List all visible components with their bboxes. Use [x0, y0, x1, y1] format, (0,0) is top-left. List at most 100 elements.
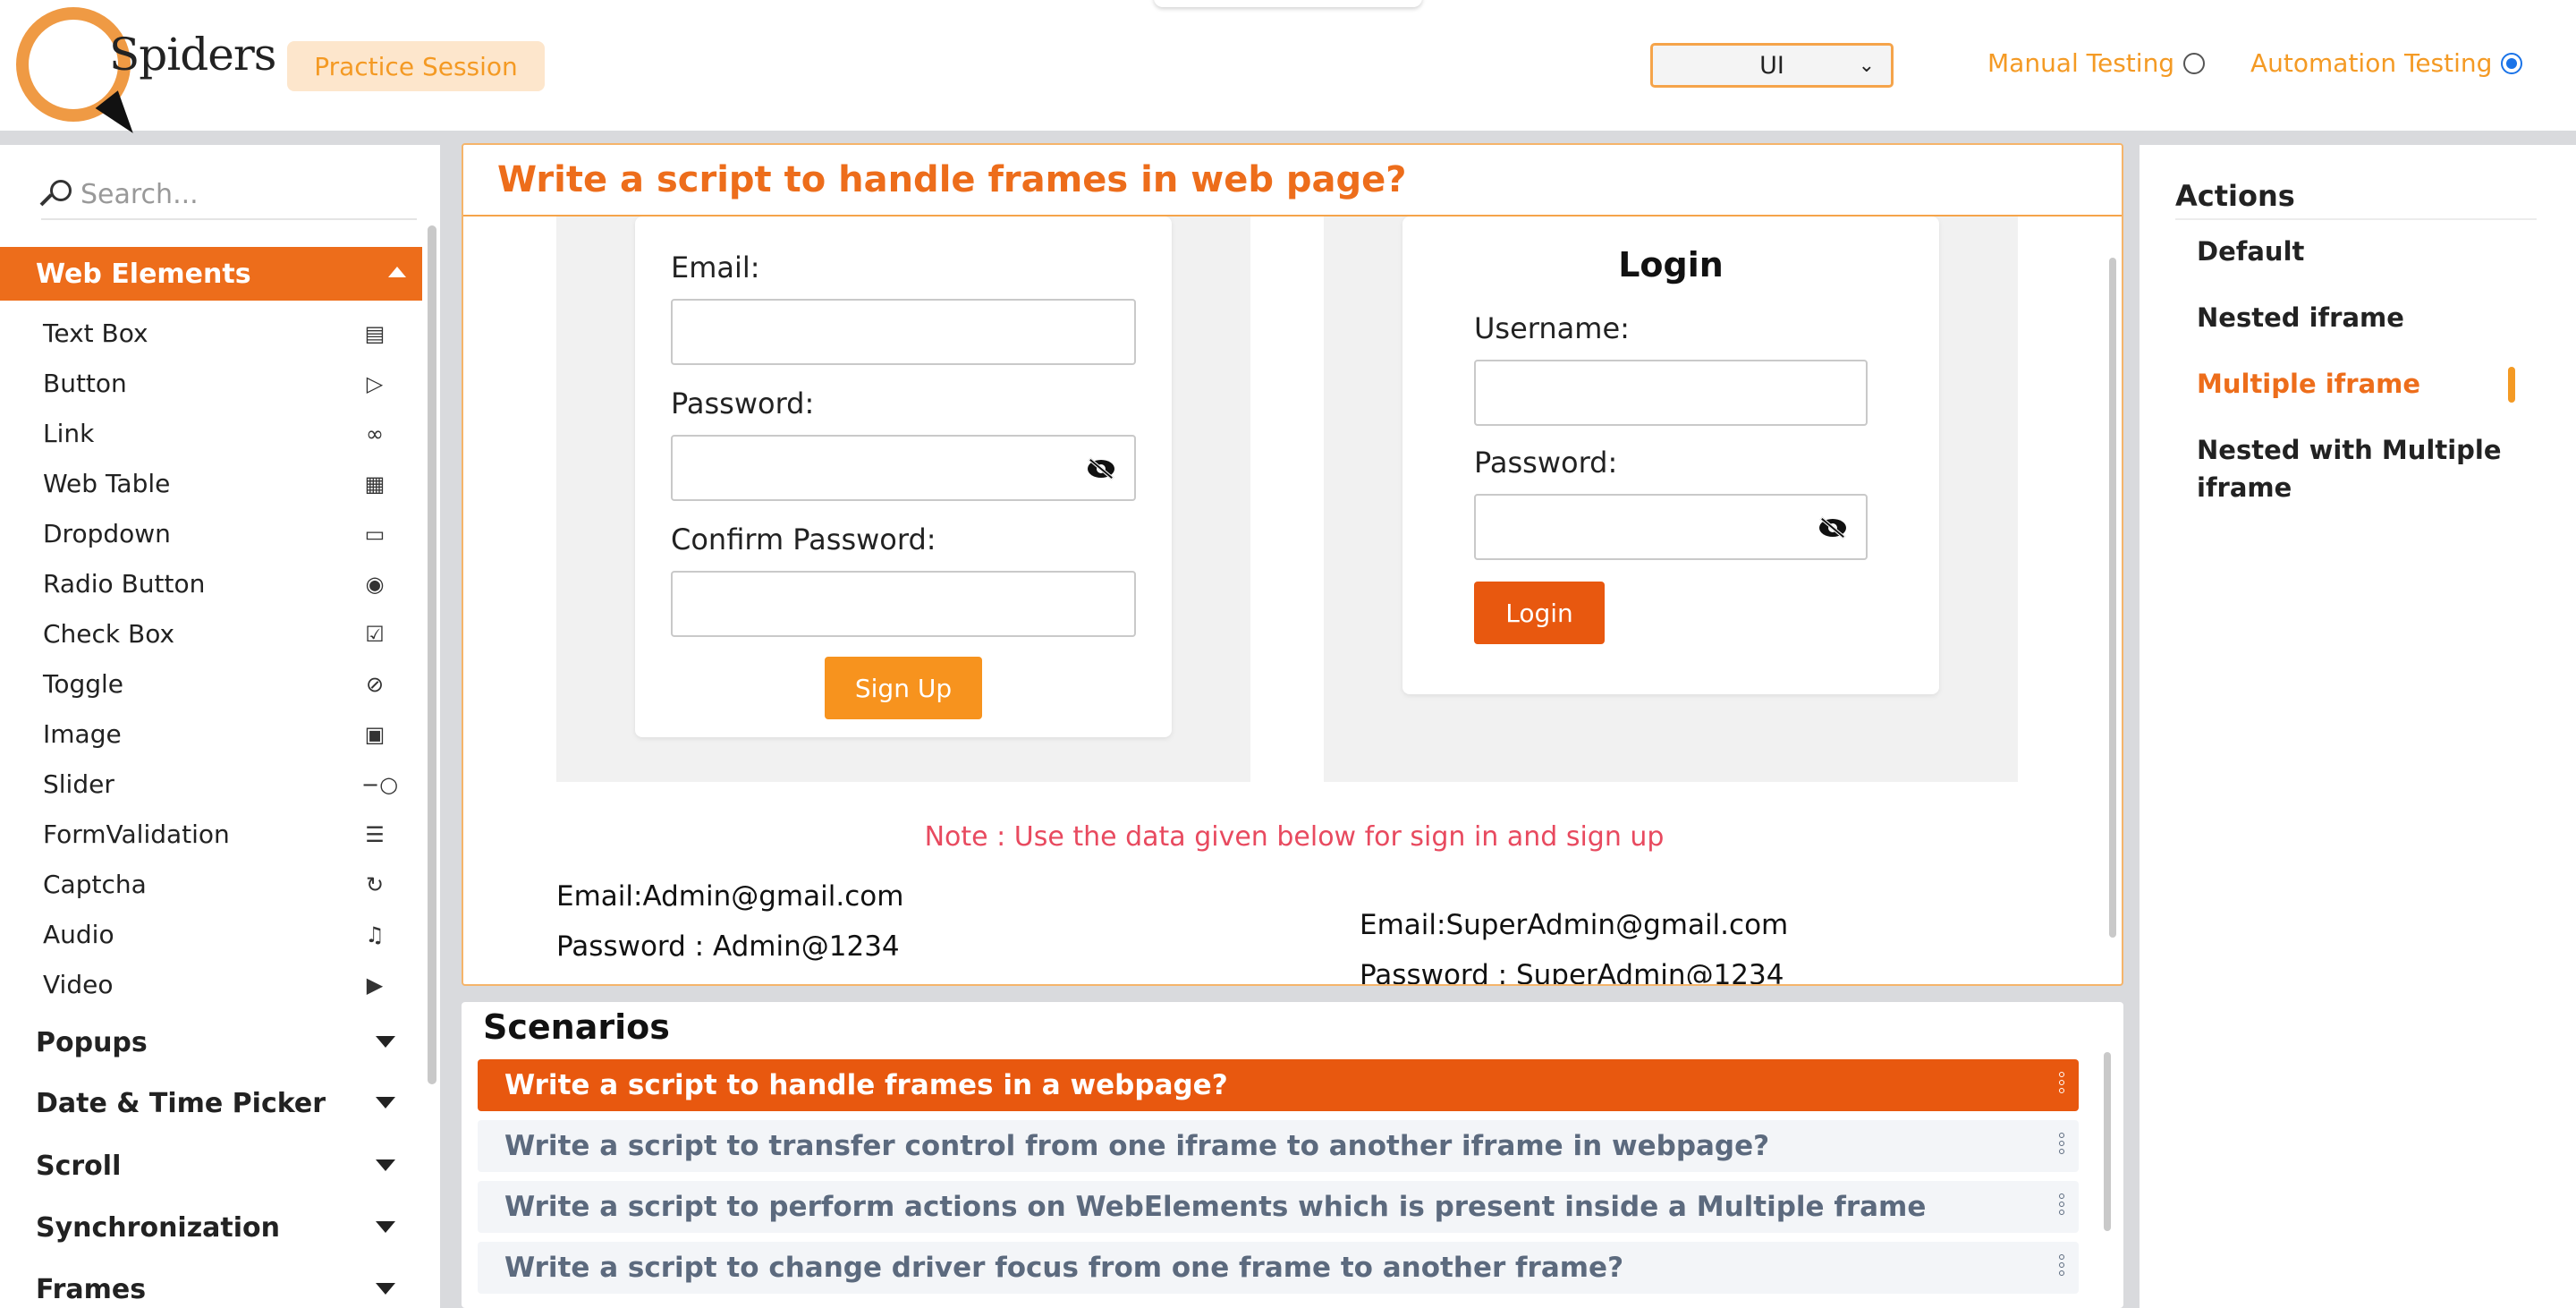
video-icon: ▶	[366, 973, 384, 998]
mode-select[interactable]: UI ⌄	[1650, 43, 1894, 88]
checkbox-icon: ☑	[365, 622, 385, 647]
action-default[interactable]: Default	[2197, 233, 2519, 270]
login-button[interactable]: Login	[1474, 582, 1605, 644]
sidebar-item-label: Video	[43, 969, 114, 999]
manual-testing-option[interactable]: Manual Testing	[1987, 48, 2206, 78]
sidebar-item-toggle[interactable]: Toggle ⊘	[43, 664, 394, 703]
sidebar-item-label: Radio Button	[43, 568, 206, 599]
sidebar-item-label: Captcha	[43, 869, 147, 899]
scenarios-scrollbar[interactable]	[2104, 1052, 2111, 1231]
scenario-label: Write a script to transfer control from …	[504, 1130, 1770, 1162]
sidebar-item-label: Audio	[43, 919, 114, 949]
search-input[interactable]: Search...	[80, 179, 199, 210]
email-field[interactable]	[671, 299, 1136, 365]
captcha-icon: ↻	[365, 872, 385, 897]
qspiders-logo[interactable]: Spiders	[16, 2, 276, 142]
more-vertical-icon[interactable]	[2059, 1072, 2066, 1099]
actions-panel: Actions Default Nested iframe Multiple i…	[2140, 145, 2576, 1308]
email-label: Email:	[671, 251, 760, 285]
eye-slash-icon[interactable]	[1088, 456, 1114, 481]
frame-content: Email: Password: Confirm Password: Sign …	[463, 217, 2122, 986]
sidebar-group-label: Frames	[36, 1273, 147, 1305]
scenario-label: Write a script to change driver focus fr…	[504, 1252, 1624, 1284]
scenario-item[interactable]: Write a script to perform actions on Web…	[478, 1181, 2079, 1233]
more-vertical-icon[interactable]	[2059, 1133, 2066, 1159]
action-nested-iframe[interactable]: Nested iframe	[2197, 299, 2519, 336]
login-title: Login	[1618, 245, 1724, 285]
signup-card: Email: Password: Confirm Password: Sign …	[635, 217, 1172, 737]
search-box[interactable]: Search...	[39, 170, 417, 220]
sidebar-item-dropdown[interactable]: Dropdown ▭	[43, 514, 394, 553]
practice-session-badge[interactable]: Practice Session	[287, 41, 545, 91]
sidebar-item-link[interactable]: Link ∞	[43, 413, 394, 453]
action-nested-with-multiple-iframe[interactable]: Nested with Multiple iframe	[2197, 431, 2519, 506]
manual-testing-radio[interactable]	[2183, 52, 2206, 74]
password-label: Password:	[1474, 446, 1618, 480]
automation-testing-radio[interactable]	[2501, 52, 2523, 74]
sidebar-item-form-validation[interactable]: FormValidation ☰	[43, 814, 394, 854]
scenario-item[interactable]: Write a script to change driver focus fr…	[478, 1242, 2079, 1294]
password-field[interactable]	[671, 435, 1136, 501]
scenario-item[interactable]: Write a script to transfer control from …	[478, 1120, 2079, 1172]
sidebar-item-label: Check Box	[43, 618, 175, 649]
sidebar-item-label: Slider	[43, 769, 114, 799]
note-text: Note : Use the data given below for sign…	[924, 821, 1665, 853]
caret-down-icon	[376, 1036, 395, 1048]
table-icon: ▦	[364, 471, 386, 497]
username-field[interactable]	[1474, 360, 1868, 426]
web-elements-section-header[interactable]: Web Elements	[0, 247, 422, 301]
sidebar-item-video[interactable]: Video ▶	[43, 964, 394, 1004]
sidebar-item-radio-button[interactable]: Radio Button ◉	[43, 564, 394, 603]
sidebar-group-frames[interactable]: Frames	[36, 1267, 402, 1308]
caret-down-icon	[376, 1221, 395, 1233]
login-password-field[interactable]	[1474, 494, 1868, 560]
sidebar-scrollbar[interactable]	[428, 225, 436, 1084]
sidebar-item-image[interactable]: Image ▣	[43, 714, 394, 753]
main-scrollbar[interactable]	[2109, 258, 2116, 938]
sidebar-item-button[interactable]: Button ▷	[43, 363, 394, 403]
username-label: Username:	[1474, 311, 1630, 345]
sidebar-group-popups[interactable]: Popups	[36, 1020, 402, 1065]
search-icon	[39, 178, 73, 210]
more-vertical-icon[interactable]	[2059, 1254, 2066, 1281]
text-box-icon: ▤	[364, 321, 386, 346]
scenario-label: Write a script to perform actions on Web…	[504, 1191, 1927, 1223]
top-tab-handle[interactable]	[1154, 0, 1422, 7]
action-multiple-iframe[interactable]: Multiple iframe	[2197, 365, 2519, 403]
sidebar-item-check-box[interactable]: Check Box ☑	[43, 614, 394, 653]
logo-text: Spiders	[109, 29, 276, 81]
sign-up-button[interactable]: Sign Up	[825, 657, 982, 719]
admin-email: Email:Admin@gmail.com	[556, 880, 904, 913]
sidebar-item-label: Toggle	[43, 668, 124, 699]
signup-iframe: Email: Password: Confirm Password: Sign …	[556, 217, 1250, 782]
login-card: Login Username: Password: Login	[1402, 217, 1939, 694]
sidebar-group-label: Date & Time Picker	[36, 1087, 326, 1119]
manual-testing-label: Manual Testing	[1987, 48, 2175, 78]
sidebar-item-captcha[interactable]: Captcha ↻	[43, 864, 394, 904]
sidebar-group-label: Scroll	[36, 1150, 122, 1182]
superadmin-email: Email:SuperAdmin@gmail.com	[1360, 909, 1789, 941]
eye-slash-icon[interactable]	[1819, 515, 1846, 540]
caret-down-icon	[376, 1097, 395, 1108]
sidebar-item-text-box[interactable]: Text Box ▤	[43, 313, 394, 352]
sidebar-group-date-time-picker[interactable]: Date & Time Picker	[36, 1081, 402, 1125]
sidebar-group-scroll[interactable]: Scroll	[36, 1143, 402, 1188]
left-sidebar: Search... Web Elements Text Box ▤ Button ▷…	[0, 145, 440, 1308]
superadmin-password: Password : SuperAdmin@1234	[1360, 959, 1784, 986]
more-vertical-icon[interactable]	[2059, 1193, 2066, 1220]
confirm-password-field[interactable]	[671, 571, 1136, 637]
sidebar-item-audio[interactable]: Audio ♫	[43, 914, 394, 954]
scenario-item[interactable]: Write a script to handle frames in a web…	[478, 1059, 2079, 1111]
sidebar-group-synchronization[interactable]: Synchronization	[36, 1205, 402, 1250]
sidebar-item-label: Web Table	[43, 468, 171, 498]
radio-icon: ◉	[365, 572, 385, 597]
sidebar-item-label: FormValidation	[43, 819, 230, 849]
speaker-icon: ♫	[365, 922, 385, 947]
sidebar-item-slider[interactable]: Slider −○	[43, 764, 398, 803]
form-icon: ☰	[365, 822, 385, 847]
scenarios-title: Scenarios	[483, 1007, 670, 1047]
automation-testing-option[interactable]: Automation Testing	[2250, 48, 2523, 78]
link-icon: ∞	[366, 421, 384, 446]
sidebar-item-web-table[interactable]: Web Table ▦	[43, 463, 394, 503]
sidebar-item-label: Link	[43, 418, 95, 448]
